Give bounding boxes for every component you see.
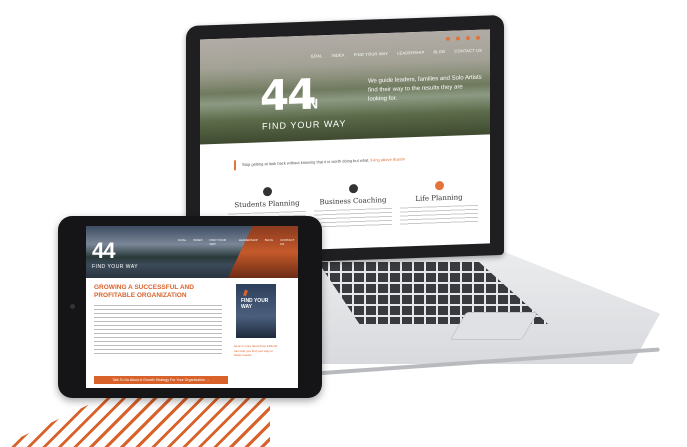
compass-icon: [434, 181, 444, 191]
tablet-hero-banner: 44 FIND YOUR WAY GOAL INDEX FIND YOUR WA…: [86, 226, 298, 278]
service-column[interactable]: Life Planning: [400, 180, 478, 226]
laptop-nav-item[interactable]: INDEX: [332, 52, 345, 57]
book-caption[interactable]: Here is more about how 44North can help …: [234, 344, 280, 358]
tablet-nav-item[interactable]: BLOG: [265, 238, 273, 246]
tablet-nav-item[interactable]: CONTACT US: [280, 238, 298, 246]
laptop-nav-item[interactable]: LEADERSHIP: [397, 50, 424, 56]
tablet-nav-item[interactable]: GOAL: [178, 238, 186, 246]
laptop-hero-banner: GOAL INDEX FIND YOUR WAY LEADERSHIP BLOG…: [200, 29, 490, 145]
laptop-nav-item[interactable]: BLOG: [433, 49, 445, 54]
laptop-hero-text: We guide leaders, families and Solo Arti…: [368, 74, 482, 103]
laptop-social-icons: [446, 35, 480, 41]
compass-icon: [348, 184, 358, 194]
compass-icon: [262, 187, 272, 197]
service-description: [400, 204, 478, 226]
social-icon[interactable]: [466, 36, 470, 41]
book-cover[interactable]: FIND YOUR WAY: [236, 284, 276, 338]
tablet-heading: GROWING A SUCCESSFUL AND PROFITABLE ORGA…: [94, 284, 194, 299]
social-icon[interactable]: [446, 36, 450, 41]
laptop-quote-text: Stop getting at look back without knowin…: [242, 157, 370, 168]
service-column[interactable]: Business Coaching: [314, 183, 392, 229]
laptop-nav-item[interactable]: FIND YOUR WAY: [354, 51, 388, 57]
social-icon[interactable]: [456, 36, 460, 41]
tablet-nav: GOAL INDEX FIND YOUR WAY LEADERSHIP BLOG…: [178, 238, 298, 246]
laptop-nav-item[interactable]: GOAL: [311, 53, 323, 58]
tablet-screen: 44 FIND YOUR WAY GOAL INDEX FIND YOUR WA…: [86, 226, 298, 388]
service-title: Students Planning: [234, 199, 300, 210]
laptop-nav-item[interactable]: CONTACT US: [454, 48, 482, 54]
tablet-tagline: FIND YOUR WAY: [92, 264, 139, 270]
service-title: Life Planning: [415, 193, 463, 203]
tablet-logo[interactable]: 44: [92, 238, 116, 264]
tablet-nav-item[interactable]: FIND YOUR WAY: [210, 238, 232, 246]
laptop-quote: Stop getting at look back without knowin…: [234, 152, 472, 171]
laptop-quote-link[interactable]: living above illusion: [371, 156, 405, 162]
laptop-logo-letter: N: [308, 95, 319, 112]
service-description: [314, 207, 392, 229]
laptop-logo-number[interactable]: 44: [260, 70, 314, 121]
tablet-device: 44 FIND YOUR WAY GOAL INDEX FIND YOUR WA…: [58, 216, 322, 398]
laptop-nav: GOAL INDEX FIND YOUR WAY LEADERSHIP BLOG…: [311, 48, 482, 59]
tablet-article: GROWING A SUCCESSFUL AND PROFITABLE ORGA…: [94, 284, 222, 357]
tablet-nav-item[interactable]: INDEX: [193, 238, 202, 246]
social-icon[interactable]: [476, 35, 480, 40]
service-title: Business Coaching: [319, 195, 387, 207]
tablet-body-text: [94, 305, 222, 357]
camera-icon: [70, 304, 75, 309]
laptop-tagline: FIND YOUR WAY: [262, 118, 347, 132]
tablet-nav-item[interactable]: LEADERSHIP: [239, 238, 258, 246]
growth-strategy-button[interactable]: Talk To Us About A Growth Strategy For Y…: [94, 376, 228, 384]
